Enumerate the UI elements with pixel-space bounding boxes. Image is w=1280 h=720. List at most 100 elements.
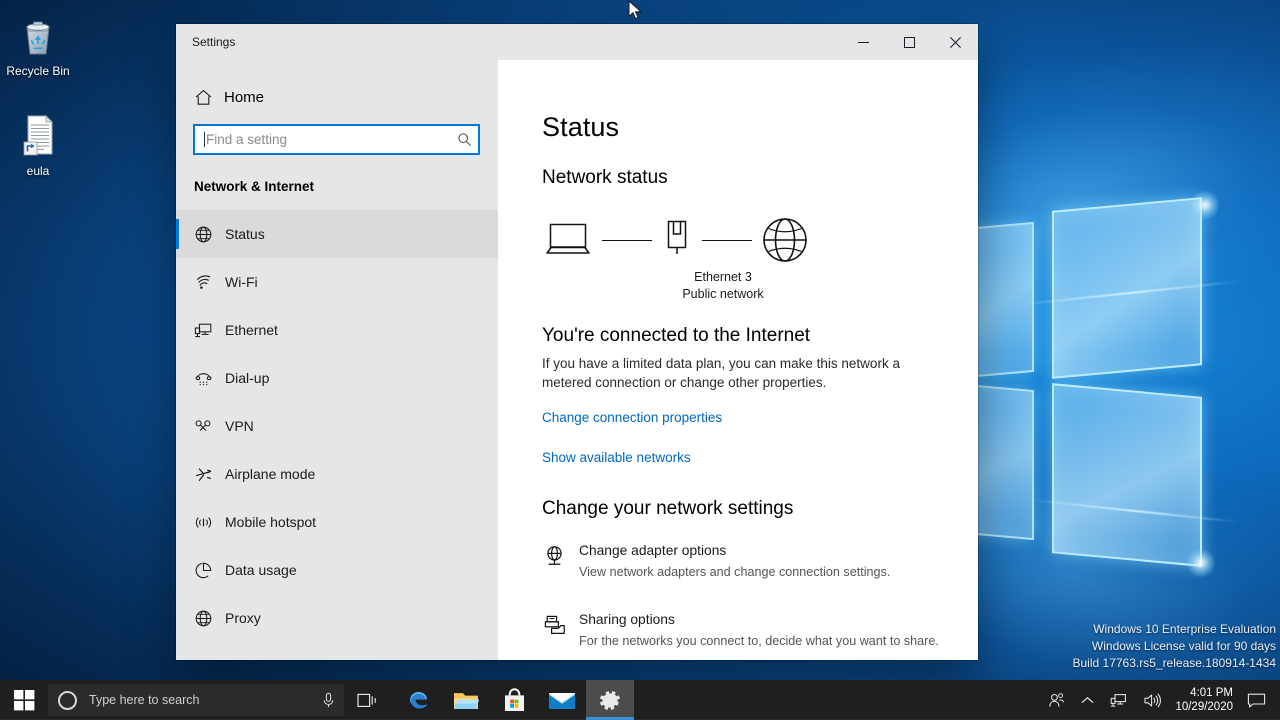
task-view-button[interactable]: [344, 680, 390, 720]
speaker-icon[interactable]: [1135, 680, 1169, 720]
sidebar-item-data-usage[interactable]: Data usage: [176, 546, 498, 594]
desktop-icon-eula[interactable]: eula: [0, 110, 76, 178]
hotspot-icon: [194, 513, 225, 532]
link-row-show-networks: Show available networks: [542, 449, 978, 467]
diagram-connection-line-right: [702, 239, 752, 241]
taskbar-pinned-apps: [394, 680, 634, 720]
microphone-icon[interactable]: [321, 692, 336, 709]
sidebar-item-proxy[interactable]: Proxy: [176, 594, 498, 642]
chevron-up-icon[interactable]: [1073, 680, 1102, 720]
taskbar-app-mail[interactable]: [538, 680, 586, 720]
cortana-icon: [58, 690, 77, 710]
change-network-settings-heading: Change your network settings: [542, 498, 794, 519]
change-connection-properties-link[interactable]: Change connection properties: [542, 410, 722, 425]
sidebar-item-status[interactable]: Status: [176, 210, 498, 258]
wallpaper-sparkle: [1186, 548, 1216, 578]
desktop-icon-recycle-bin[interactable]: Recycle Bin: [0, 10, 76, 78]
settings-window: Settings Home Find a setting Network & I…: [176, 24, 978, 660]
notification-center-icon[interactable]: [1243, 680, 1276, 720]
ethernet-icon: [194, 321, 225, 340]
network-diagram: Ethernet 3 Public network: [542, 211, 862, 303]
watermark-line-3: Build 17763.rs5_release.180914-1434: [1072, 656, 1277, 670]
maximize-button[interactable]: [886, 24, 932, 60]
desktop-icon-label: eula: [26, 164, 50, 178]
settings-content-pane: Status Network status Ethernet 3 Public …: [498, 60, 978, 660]
sidebar-item-label: Airplane mode: [225, 466, 316, 482]
sidebar-item-label: Dial-up: [225, 370, 270, 386]
wallpaper-pane-bottom-left: [1052, 383, 1202, 567]
taskbar-app-settings[interactable]: [586, 680, 634, 720]
option-title: Sharing options: [579, 612, 675, 627]
sidebar-item-airplane-mode[interactable]: Airplane mode: [176, 450, 498, 498]
connection-description: If you have a limited data plan, you can…: [542, 356, 900, 390]
minimize-button[interactable]: [840, 24, 886, 60]
laptop-icon: [542, 220, 594, 260]
adapter-name: Ethernet 3: [694, 270, 752, 284]
sidebar-item-label: Status: [225, 226, 265, 242]
sidebar-item-dialup[interactable]: Dial-up: [176, 354, 498, 402]
sidebar-home-label: Home: [224, 88, 265, 106]
search-input[interactable]: Find a setting: [193, 124, 480, 155]
connection-status-heading: You're connected to the Internet: [542, 325, 811, 346]
wifi-icon: [194, 273, 225, 292]
sidebar-item-home[interactable]: Home: [176, 76, 498, 118]
sidebar-item-label: Ethernet: [225, 322, 278, 338]
sidebar-item-mobile-hotspot[interactable]: Mobile hotspot: [176, 498, 498, 546]
globe-icon: [194, 225, 225, 244]
search-icon[interactable]: [457, 132, 472, 147]
settings-sidebar: Home Find a setting Network & Internet S…: [176, 60, 498, 660]
sidebar-item-ethernet[interactable]: Ethernet: [176, 306, 498, 354]
sidebar-item-wifi[interactable]: Wi-Fi: [176, 258, 498, 306]
diagram-labels: Ethernet 3 Public network: [638, 269, 808, 303]
window-title: Settings: [192, 35, 236, 49]
taskbar: Type here to search 4:01 PM 10/29/2020: [0, 680, 1280, 720]
mouse-cursor: [628, 0, 644, 27]
sidebar-item-label: Wi-Fi: [225, 274, 258, 290]
search-placeholder: Find a setting: [206, 132, 288, 147]
close-button[interactable]: [932, 24, 978, 60]
window-controls: [840, 24, 978, 60]
taskbar-app-microsoft-store[interactable]: [490, 680, 538, 720]
page-title: Status: [542, 112, 620, 142]
start-button[interactable]: [0, 680, 48, 720]
sharing-icon: [542, 611, 579, 650]
option-change-adapter-options[interactable]: Change adapter options View network adap…: [542, 542, 978, 581]
sidebar-category-title: Network & Internet: [194, 179, 315, 194]
home-icon: [194, 88, 224, 107]
airplane-icon: [194, 465, 225, 484]
ethernet-tray-icon[interactable]: [1102, 680, 1135, 720]
taskbar-app-file-explorer[interactable]: [442, 680, 490, 720]
clock-date: 10/29/2020: [1175, 701, 1233, 713]
network-settings-options: Change adapter options View network adap…: [542, 542, 978, 660]
taskbar-search-placeholder: Type here to search: [89, 693, 200, 707]
document-icon: [0, 110, 76, 158]
pie-chart-icon: [194, 561, 225, 580]
watermark-line-1: Windows 10 Enterprise Evaluation: [1093, 622, 1276, 636]
globe-icon: [194, 609, 225, 628]
sidebar-item-vpn[interactable]: VPN: [176, 402, 498, 450]
watermark-line-2: Windows License valid for 90 days: [1091, 639, 1276, 653]
taskbar-clock[interactable]: 4:01 PM 10/29/2020: [1169, 680, 1243, 720]
show-available-networks-link[interactable]: Show available networks: [542, 450, 691, 465]
ethernet-plug-icon: [660, 216, 694, 264]
option-sharing-options[interactable]: Sharing options For the networks you con…: [542, 611, 978, 650]
option-subtitle: For the networks you connect to, decide …: [579, 634, 939, 648]
recycle-bin-icon: [0, 10, 76, 58]
diagram-connection-line-left: [602, 239, 652, 241]
taskbar-search-box[interactable]: Type here to search: [48, 684, 344, 716]
option-title: Change adapter options: [579, 543, 727, 558]
wallpaper-sparkle: [1190, 190, 1220, 220]
option-subtitle: View network adapters and change connect…: [579, 565, 891, 579]
people-icon[interactable]: [1040, 680, 1073, 720]
clock-time: 4:01 PM: [1190, 687, 1233, 699]
globe-icon: [760, 215, 810, 265]
network-type: Public network: [682, 287, 764, 301]
sidebar-item-label: Data usage: [225, 562, 297, 578]
windows-evaluation-watermark: Windows 10 Enterprise Evaluation Windows…: [1073, 621, 1277, 672]
network-status-heading: Network status: [542, 167, 668, 188]
window-title-bar[interactable]: Settings: [176, 24, 978, 60]
taskbar-app-edge[interactable]: [394, 680, 442, 720]
system-tray: 4:01 PM 10/29/2020: [1040, 680, 1280, 720]
network-adapter-icon: [542, 542, 579, 581]
vpn-icon: [194, 417, 225, 436]
